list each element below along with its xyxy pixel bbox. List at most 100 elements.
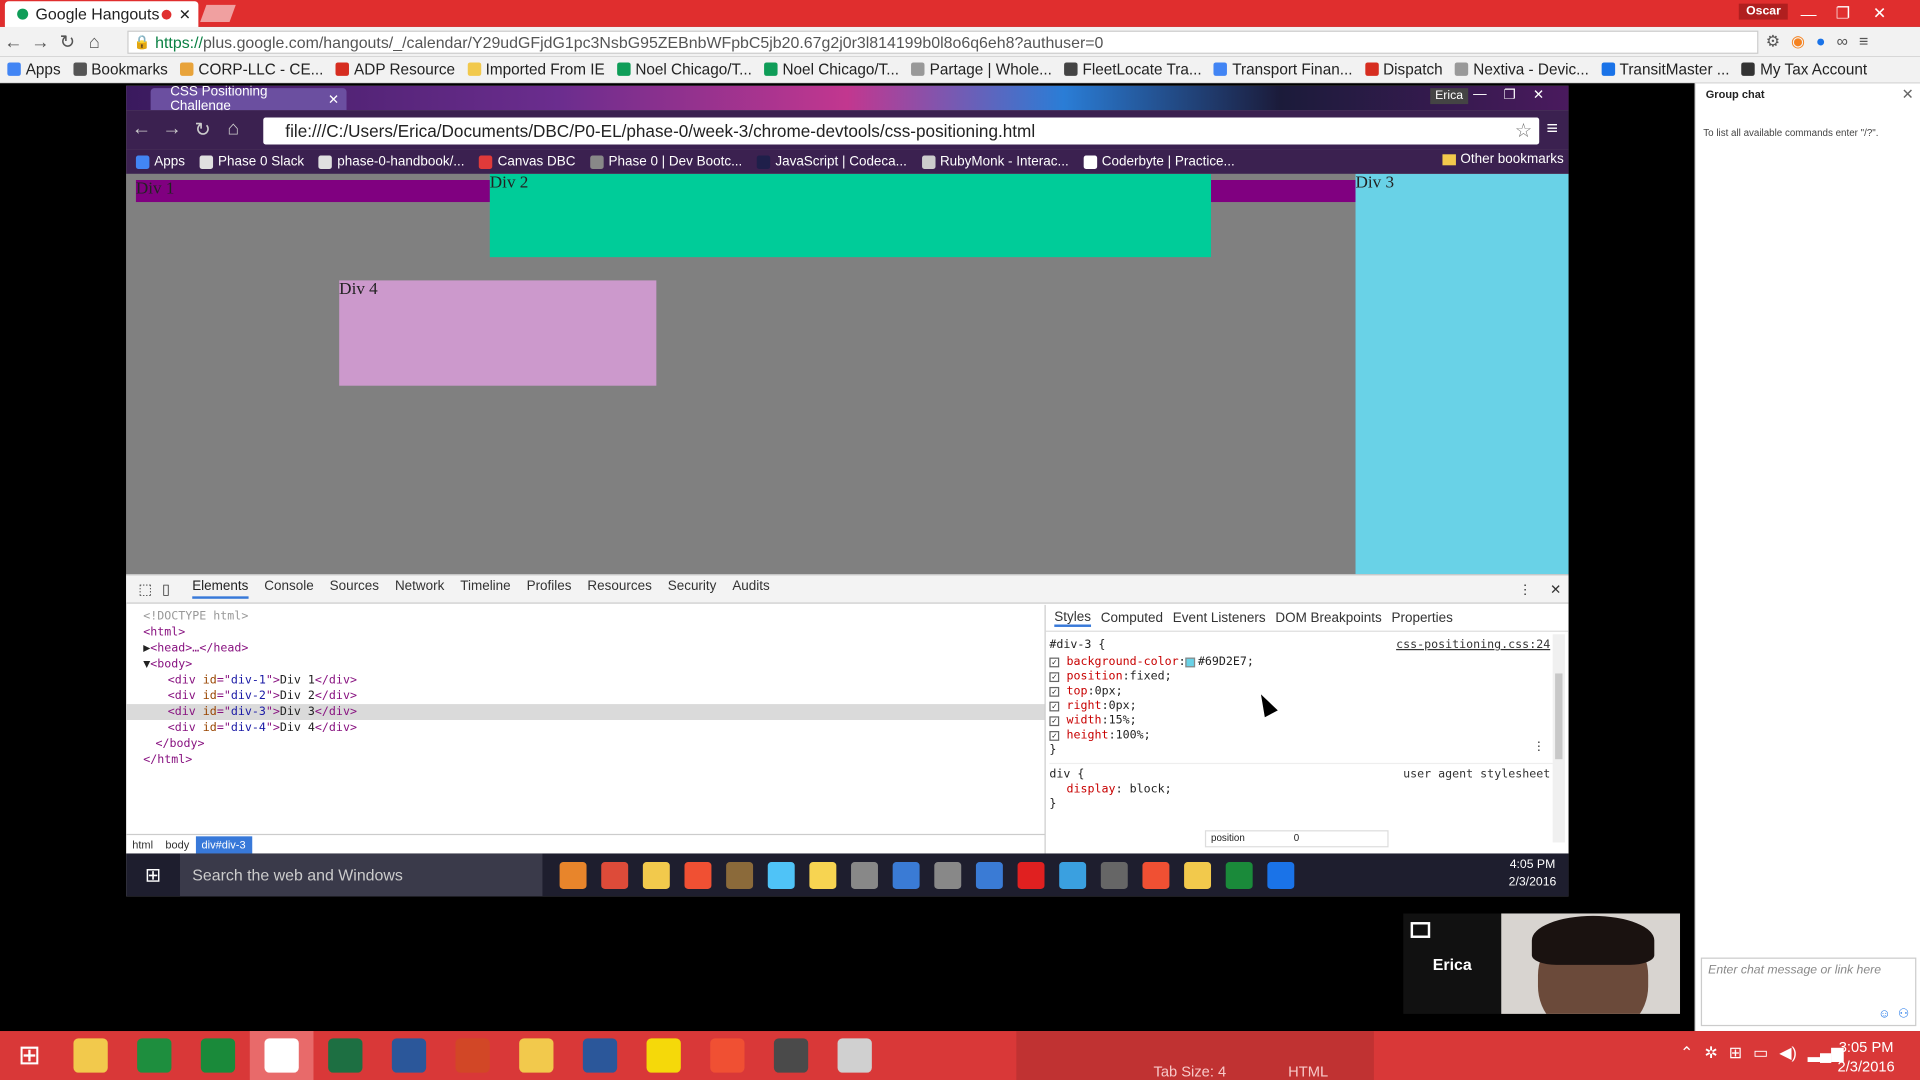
breadcrumb-item[interactable]: html [126,836,159,853]
git-icon[interactable] [696,1031,760,1080]
inner-bookmark-item[interactable]: Phase 0 Slack [199,154,304,169]
mask-icon[interactable]: ∞ [1837,32,1848,52]
inner-bookmark-item[interactable]: phase-0-handbook/... [318,154,465,169]
other-bookmarks[interactable]: Other bookmarks [1442,152,1564,167]
outer-bookmark-item[interactable]: FleetLocate Tra... [1064,61,1202,78]
outer-bookmark-item[interactable]: Partage | Whole... [911,61,1052,78]
tray-chevron-icon[interactable]: ⌃ [1680,1043,1693,1063]
device-mode-icon[interactable]: ▯ [162,580,170,597]
checkbox-icon[interactable]: ✓ [1049,716,1060,727]
devtools-tab-security[interactable]: Security [668,579,717,599]
dom-node-div-4[interactable]: <div id="div-4">Div 4</div> [126,720,1044,736]
devtools-tab-resources[interactable]: Resources [587,579,651,599]
back-icon[interactable]: ← [0,31,27,52]
inner-clock[interactable]: 4:05 PM 2/3/2016 [1509,857,1557,891]
new-tab-button[interactable] [200,4,236,23]
head-line[interactable]: ▶<head>…</head> [126,640,1044,656]
css-property-row[interactable]: ✓ position: fixed; [1049,670,1552,685]
inner-forward-icon[interactable]: → [157,119,188,141]
clock[interactable]: 3:05 PM 2/3/2016 [1822,1037,1910,1076]
doctype-line[interactable]: <!DOCTYPE html> [126,609,1044,625]
inner-home-icon[interactable]: ⌂ [218,119,249,141]
inner-taskbar-app-icon[interactable] [559,861,587,889]
inner-reload-icon[interactable]: ↻ [187,118,218,142]
slack-icon[interactable] [632,1031,696,1080]
inner-tab-close-icon[interactable]: ✕ [328,91,339,107]
outer-bookmark-item[interactable]: Nextiva - Devic... [1454,61,1589,78]
inner-close-icon[interactable]: ✕ [1533,87,1544,103]
styles-tab-item[interactable]: Properties [1391,610,1452,625]
tab-size-label[interactable]: Tab Size: 4 [1153,1063,1226,1080]
body-open-line[interactable]: ▼<body> [126,656,1044,672]
inner-taskbar-app-icon[interactable] [975,861,1003,889]
inner-back-icon[interactable]: ← [126,119,157,141]
outer-bookmark-item[interactable]: Noel Chicago/T... [616,61,752,78]
css-property-row[interactable]: ✓ right: 0px; [1049,699,1552,714]
windows-icon[interactable]: ⊞ [1729,1043,1742,1063]
emoji-icon[interactable]: ☺ [1878,1008,1891,1021]
outer-bookmark-item[interactable]: Apps [7,61,61,78]
checkbox-icon[interactable]: ✓ [1049,657,1060,668]
styles-tab-item[interactable]: Computed [1101,610,1163,625]
css-property-row[interactable]: ✓ height: 100%; [1049,729,1552,744]
inner-taskbar-app-icon[interactable] [809,861,837,889]
color-swatch-icon[interactable] [1185,657,1196,668]
inner-tab-css-positioning[interactable]: CSS Positioning Challenge ✕ [150,86,347,114]
inner-bookmark-item[interactable]: Apps [135,154,185,169]
inner-taskbar-app-icon[interactable] [851,861,878,889]
rule-source-link[interactable]: css-positioning.css:24 [1396,638,1550,653]
extension-icon[interactable]: ⚙ [1766,32,1780,52]
inner-bookmark-item[interactable]: Phase 0 | Dev Bootc... [590,154,742,169]
publisher-icon[interactable] [568,1031,632,1080]
css-property-row[interactable]: ✓ background-color: #69D2E7; [1049,655,1552,670]
menu-icon[interactable]: ≡ [1859,32,1868,52]
inner-taskbar-app-icon[interactable] [934,861,962,889]
dom-node-div-1[interactable]: <div id="div-1">Div 1</div> [126,672,1044,688]
drive-icon[interactable] [122,1031,186,1080]
bookmark-star-icon[interactable]: ☆ [1515,119,1533,143]
devtools-close-icon[interactable]: ✕ [1550,581,1561,597]
outer-profile-name[interactable]: Oscar [1738,3,1789,20]
devtools-more-icon[interactable]: ⋮ [1518,581,1531,597]
inner-bookmark-item[interactable]: Canvas DBC [479,154,575,169]
chat-close-icon[interactable]: ✕ [1902,86,1914,103]
outlook-icon[interactable] [504,1031,568,1080]
html-close-line[interactable]: </html> [126,752,1044,768]
inner-taskbar-app-icon[interactable] [767,861,795,889]
inner-taskbar-app-icon[interactable] [1142,861,1170,889]
checkbox-icon[interactable]: ✓ [1049,672,1060,683]
dom-node-div-2[interactable]: <div id="div-2">Div 2</div> [126,688,1044,704]
settings-icon[interactable]: ✲ [1704,1043,1717,1063]
devtools-tab-timeline[interactable]: Timeline [460,579,510,599]
outer-bookmark-item[interactable]: Imported From IE [467,61,605,78]
styles-scroll-thumb[interactable] [1555,673,1563,760]
inner-menu-icon[interactable]: ≡ [1547,119,1558,141]
reload-icon[interactable]: ↻ [54,31,81,53]
checkbox-icon[interactable]: ✓ [1049,686,1060,697]
inner-taskbar-app-icon[interactable] [684,861,712,889]
outer-bookmark-item[interactable]: Noel Chicago/T... [764,61,899,78]
adobe-icon[interactable] [441,1031,505,1080]
devtools-tab-console[interactable]: Console [264,579,313,599]
syntax-label[interactable]: HTML [1288,1063,1328,1080]
html-open-line[interactable]: <html> [126,624,1044,640]
inner-bookmark-item[interactable]: JavaScript | Codeca... [756,154,907,169]
devtools-tab-elements[interactable]: Elements [192,579,249,599]
self-video[interactable] [1501,913,1681,1014]
inner-search-box[interactable]: Search the web and Windows [180,853,543,897]
css-property-row[interactable]: ✓ top: 0px; [1049,684,1552,699]
div-3-box[interactable]: Div 3 [1355,173,1569,575]
ua-rule-prop[interactable]: display: block; [1049,782,1552,797]
styles-more-icon[interactable]: ⋮ [1533,740,1545,755]
inner-taskbar-app-icon[interactable] [726,861,754,889]
outer-bookmark-item[interactable]: Bookmarks [72,61,168,78]
inner-taskbar-app-icon[interactable] [1267,861,1295,889]
inner-maximize-icon[interactable]: ❐ [1504,87,1516,103]
word-icon[interactable] [377,1031,441,1080]
checkbox-icon[interactable]: ✓ [1049,701,1060,712]
maximize-icon[interactable]: ❐ [1825,0,1862,27]
inner-taskbar-app-icon[interactable] [642,861,670,889]
styles-tab-item[interactable]: Styles [1054,609,1091,627]
forward-icon[interactable]: → [27,31,54,52]
inner-taskbar-app-icon[interactable] [1100,861,1128,889]
